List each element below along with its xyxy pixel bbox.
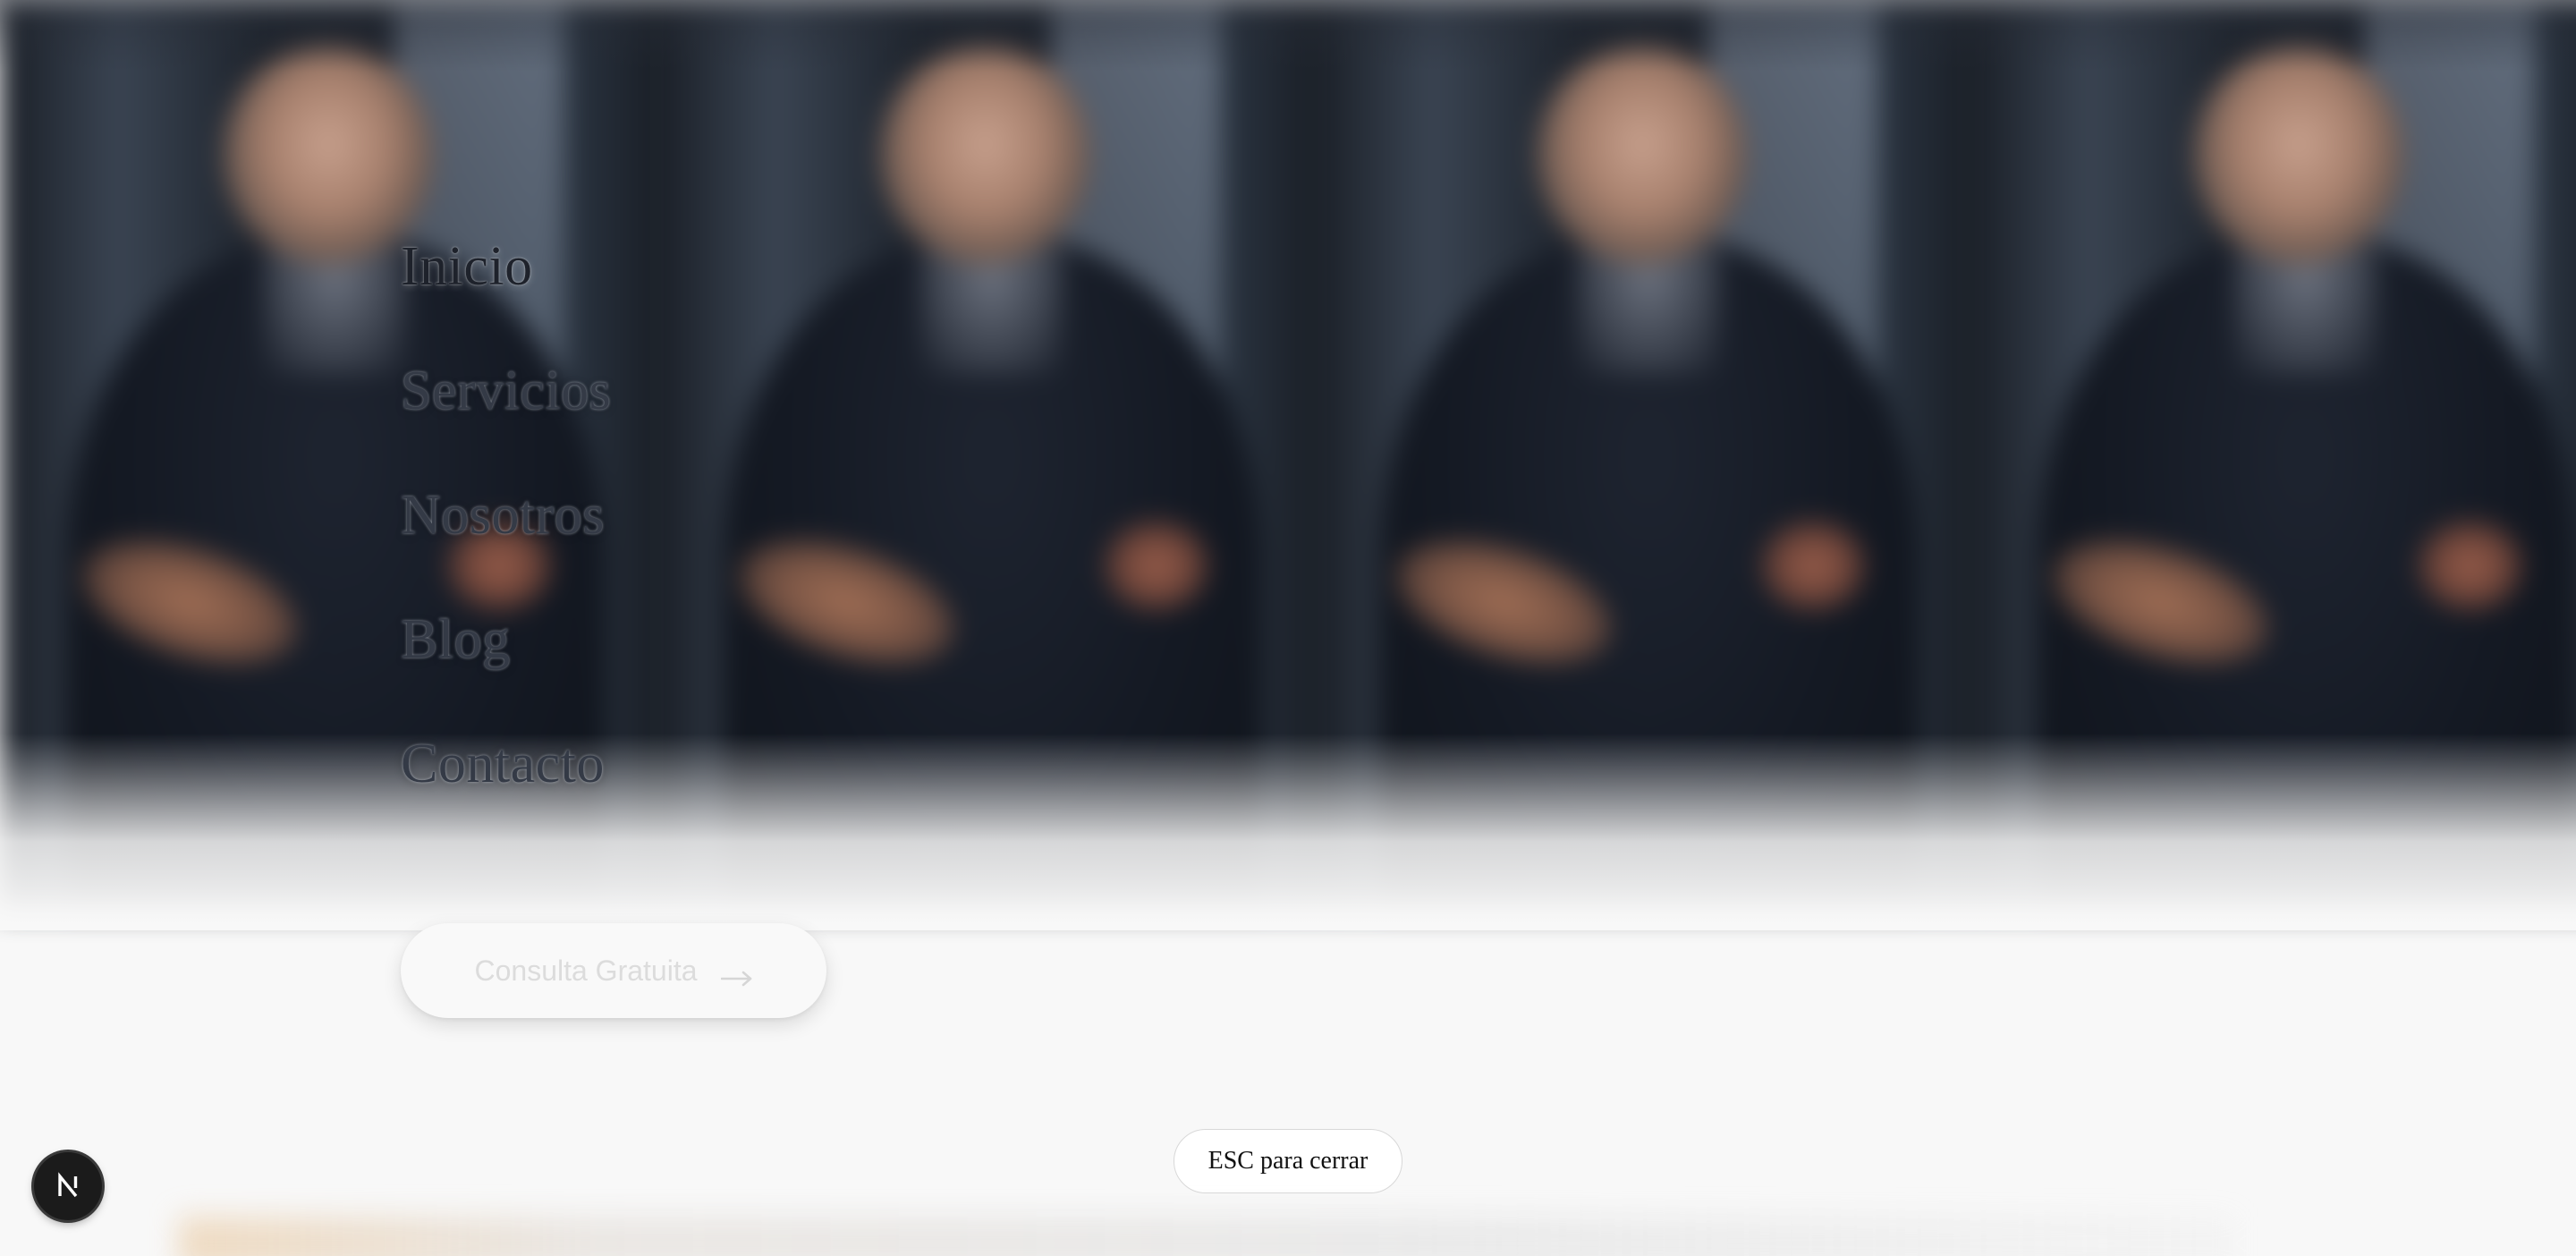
- top-shade: [0, 0, 2576, 72]
- nav-item-contacto[interactable]: Contacto: [401, 721, 611, 845]
- menu-overlay: Inicio Servicios Nosotros Blog Contacto …: [0, 0, 2576, 1256]
- nav-item-servicios[interactable]: Servicios: [401, 348, 611, 472]
- free-consultation-label: Consulta Gratuita: [474, 954, 698, 987]
- background-fade: [0, 734, 2576, 930]
- nav-item-nosotros[interactable]: Nosotros: [401, 472, 611, 597]
- nextjs-logo-icon[interactable]: [34, 1152, 102, 1220]
- bottom-content-blur: [179, 1217, 2236, 1256]
- esc-close-hint[interactable]: ESC para cerrar: [1174, 1129, 1402, 1193]
- nav-menu: Inicio Servicios Nosotros Blog Contacto: [401, 224, 611, 845]
- nav-item-inicio[interactable]: Inicio: [401, 224, 611, 348]
- nav-item-blog[interactable]: Blog: [401, 597, 611, 721]
- arrow-right-icon: [720, 962, 753, 987]
- free-consultation-button[interactable]: Consulta Gratuita: [401, 923, 826, 1018]
- esc-close-label: ESC para cerrar: [1208, 1147, 1368, 1175]
